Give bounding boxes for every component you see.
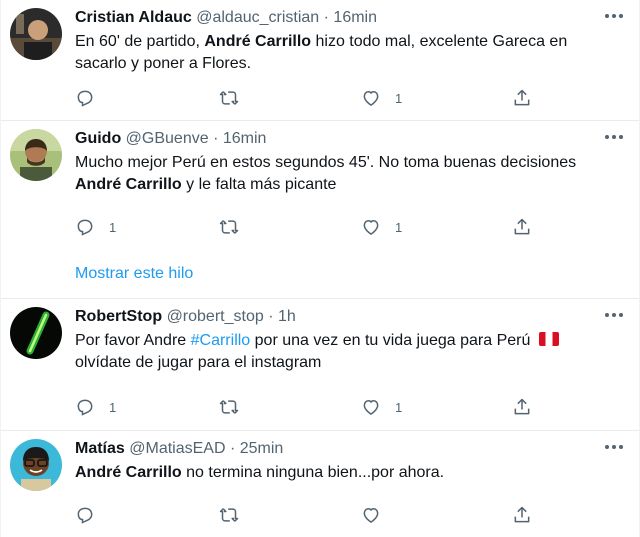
author-name[interactable]: Guido (75, 130, 121, 147)
tweet-text: En 60' de partido, André Carrillo hizo t… (75, 31, 615, 75)
author-handle[interactable]: @MatiasEAD (129, 440, 225, 457)
retweet-icon (219, 400, 239, 414)
more-icon[interactable] (605, 445, 623, 449)
more-icon[interactable] (605, 135, 623, 139)
tweet-text: Mucho mejor Perú en estos segundos 45'. … (75, 152, 615, 196)
reply-button[interactable]: 1 (75, 395, 116, 419)
text-segment: Por favor Andre (75, 332, 191, 349)
author-name[interactable]: RobertStop (75, 308, 162, 325)
timestamp[interactable]: 16min (333, 9, 377, 26)
reply-button[interactable] (75, 503, 109, 527)
retweet-icon (219, 508, 239, 522)
retweet-button[interactable] (219, 86, 253, 110)
tweet-header: Matías @MatiasEAD · 25min (75, 439, 283, 459)
share-button[interactable] (512, 395, 532, 419)
reply-icon (77, 219, 93, 236)
author-handle[interactable]: @robert_stop (167, 308, 264, 325)
retweet-button[interactable] (219, 395, 253, 419)
reply-icon (77, 507, 93, 524)
share-button[interactable] (512, 503, 532, 527)
reply-icon (77, 399, 93, 416)
text-segment: Mucho mejor Perú en estos segundos 45'. … (75, 154, 577, 171)
separator-dot: · (229, 440, 236, 457)
avatar[interactable] (10, 129, 62, 181)
text-bold: André Carrillo (204, 33, 312, 50)
text-bold: André Carrillo (75, 176, 182, 193)
text-segment: y le falta más picante (181, 176, 337, 193)
text-segment: En 60' de partido, (75, 33, 205, 50)
reply-count: 1 (109, 399, 117, 415)
retweet-button[interactable] (219, 215, 253, 239)
like-button[interactable]: 1 (361, 86, 402, 110)
reply-count: 1 (109, 219, 117, 235)
tweet-actions: 1 1 (75, 395, 545, 419)
avatar[interactable] (10, 307, 62, 359)
like-count: 1 (395, 90, 403, 106)
separator-dot: · (213, 130, 219, 147)
text-bold: André Carrillo (75, 464, 182, 481)
avatar[interactable] (10, 439, 62, 491)
tweet[interactable]: RobertStop @robert_stop · 1h Por favor A… (1, 299, 639, 430)
timestamp[interactable]: 25min (240, 440, 284, 457)
author-name[interactable]: Cristian Aldauc (75, 9, 192, 26)
tweet[interactable]: Matías @MatiasEAD · 25min André Carrillo… (1, 431, 639, 537)
tweet-header: RobertStop @robert_stop · 1h (75, 307, 296, 327)
separator-dot: · (268, 308, 274, 325)
tweet-header: Guido @GBuenve · 16min (75, 129, 266, 149)
text-segment: no termina ninguna bien...por ahora. (181, 464, 445, 481)
tweet-text: Por favor Andre #Carrillo por una vez en… (75, 330, 615, 374)
reply-button[interactable]: 1 (75, 215, 116, 239)
retweet-button[interactable] (219, 503, 253, 527)
tweet[interactable]: Guido @GBuenve · 16min Mucho mejor Perú … (1, 121, 639, 298)
tweet-actions (75, 503, 545, 527)
like-button[interactable]: 1 (361, 215, 402, 239)
peru-flag-icon (538, 332, 559, 346)
tweet-actions: 1 (75, 86, 545, 110)
timestamp[interactable]: 16min (223, 130, 267, 147)
heart-icon (363, 91, 379, 106)
heart-icon (363, 400, 379, 415)
like-count: 1 (395, 399, 403, 415)
share-button[interactable] (512, 86, 532, 110)
tweet-header: Cristian Aldauc @aldauc_cristian · 16min (75, 8, 377, 28)
like-count: 1 (395, 219, 403, 235)
reply-icon (77, 90, 93, 107)
heart-icon (363, 508, 379, 523)
separator-dot: · (323, 9, 329, 26)
share-icon (514, 398, 530, 415)
author-handle[interactable]: @aldauc_cristian (196, 9, 319, 26)
like-button[interactable]: 1 (361, 395, 402, 419)
share-icon (514, 506, 530, 523)
tweet-feed: Cristian Aldauc @aldauc_cristian · 16min… (0, 0, 640, 537)
share-icon (514, 89, 530, 106)
author-handle[interactable]: @GBuenve (126, 130, 209, 147)
tweet-actions: 1 1 (75, 215, 545, 239)
tweet-text: André Carrillo no termina ninguna bien..… (75, 462, 615, 484)
show-thread-link[interactable]: Mostrar este hilo (75, 265, 193, 283)
like-button[interactable] (361, 503, 395, 527)
text-segment: olvídate de jugar para el instagram (75, 354, 322, 371)
tweet[interactable]: Cristian Aldauc @aldauc_cristian · 16min… (1, 0, 639, 121)
text-segment: por una vez en tu vida juega para Perú (250, 332, 535, 349)
avatar[interactable] (10, 8, 62, 60)
hashtag-link[interactable]: #Carrillo (191, 332, 251, 349)
author-name[interactable]: Matías (75, 440, 125, 457)
more-icon[interactable] (605, 313, 623, 317)
share-button[interactable] (512, 215, 532, 239)
retweet-icon (219, 220, 239, 234)
more-icon[interactable] (605, 14, 623, 18)
retweet-icon (219, 91, 239, 105)
timestamp[interactable]: 1h (278, 308, 296, 325)
heart-icon (363, 220, 379, 235)
reply-button[interactable] (75, 86, 109, 110)
share-icon (514, 218, 530, 235)
